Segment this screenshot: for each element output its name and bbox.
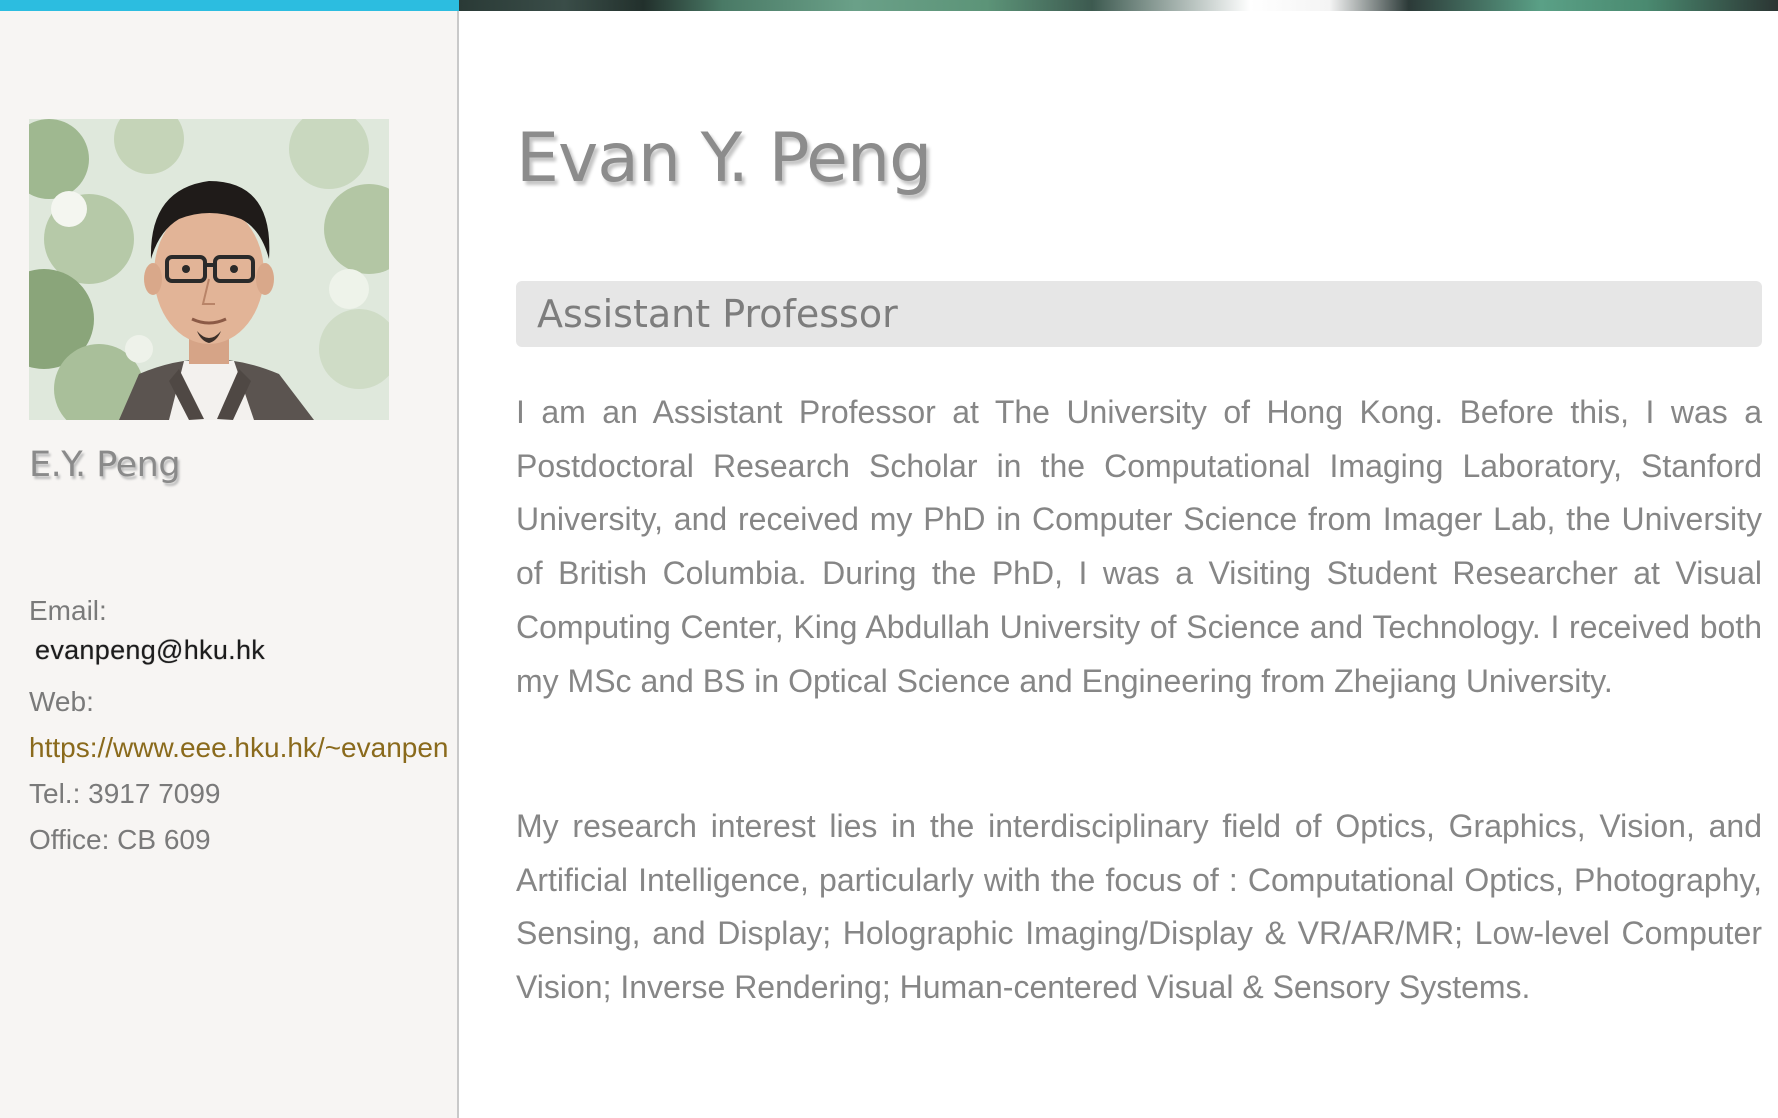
web-link[interactable]: https://www.eee.hku.hk/~evanpen	[29, 732, 449, 764]
office-text: Office: CB 609	[29, 824, 211, 855]
avatar	[29, 119, 389, 420]
page-title: Evan Y. Peng	[516, 119, 932, 198]
top-accent-bar	[0, 0, 459, 11]
sidebar: E.Y. Peng Email: evanpeng@hku.hk Web: ht…	[0, 11, 459, 1118]
role-heading: Assistant Professor	[537, 292, 898, 336]
tel-text: Tel.: 3917 7099	[29, 778, 221, 809]
web-label: Web:	[29, 686, 94, 717]
email-label: Email:	[29, 595, 107, 626]
bio-paragraph-2: My research interest lies in the interdi…	[516, 808, 1762, 1006]
main-content: Evan Y. Peng Assistant Professor I am an…	[459, 11, 1778, 1118]
profile-photo-icon	[29, 119, 389, 420]
bio-paragraph-1: I am an Assistant Professor at The Unive…	[516, 394, 1762, 699]
sidebar-short-name: E.Y. Peng	[29, 445, 181, 485]
email-value[interactable]: evanpeng@hku.hk	[35, 635, 265, 666]
profile-page: E.Y. Peng Email: evanpeng@hku.hk Web: ht…	[0, 0, 1778, 1118]
top-banner-strip	[459, 0, 1778, 11]
role-heading-bar: Assistant Professor	[516, 281, 1762, 347]
